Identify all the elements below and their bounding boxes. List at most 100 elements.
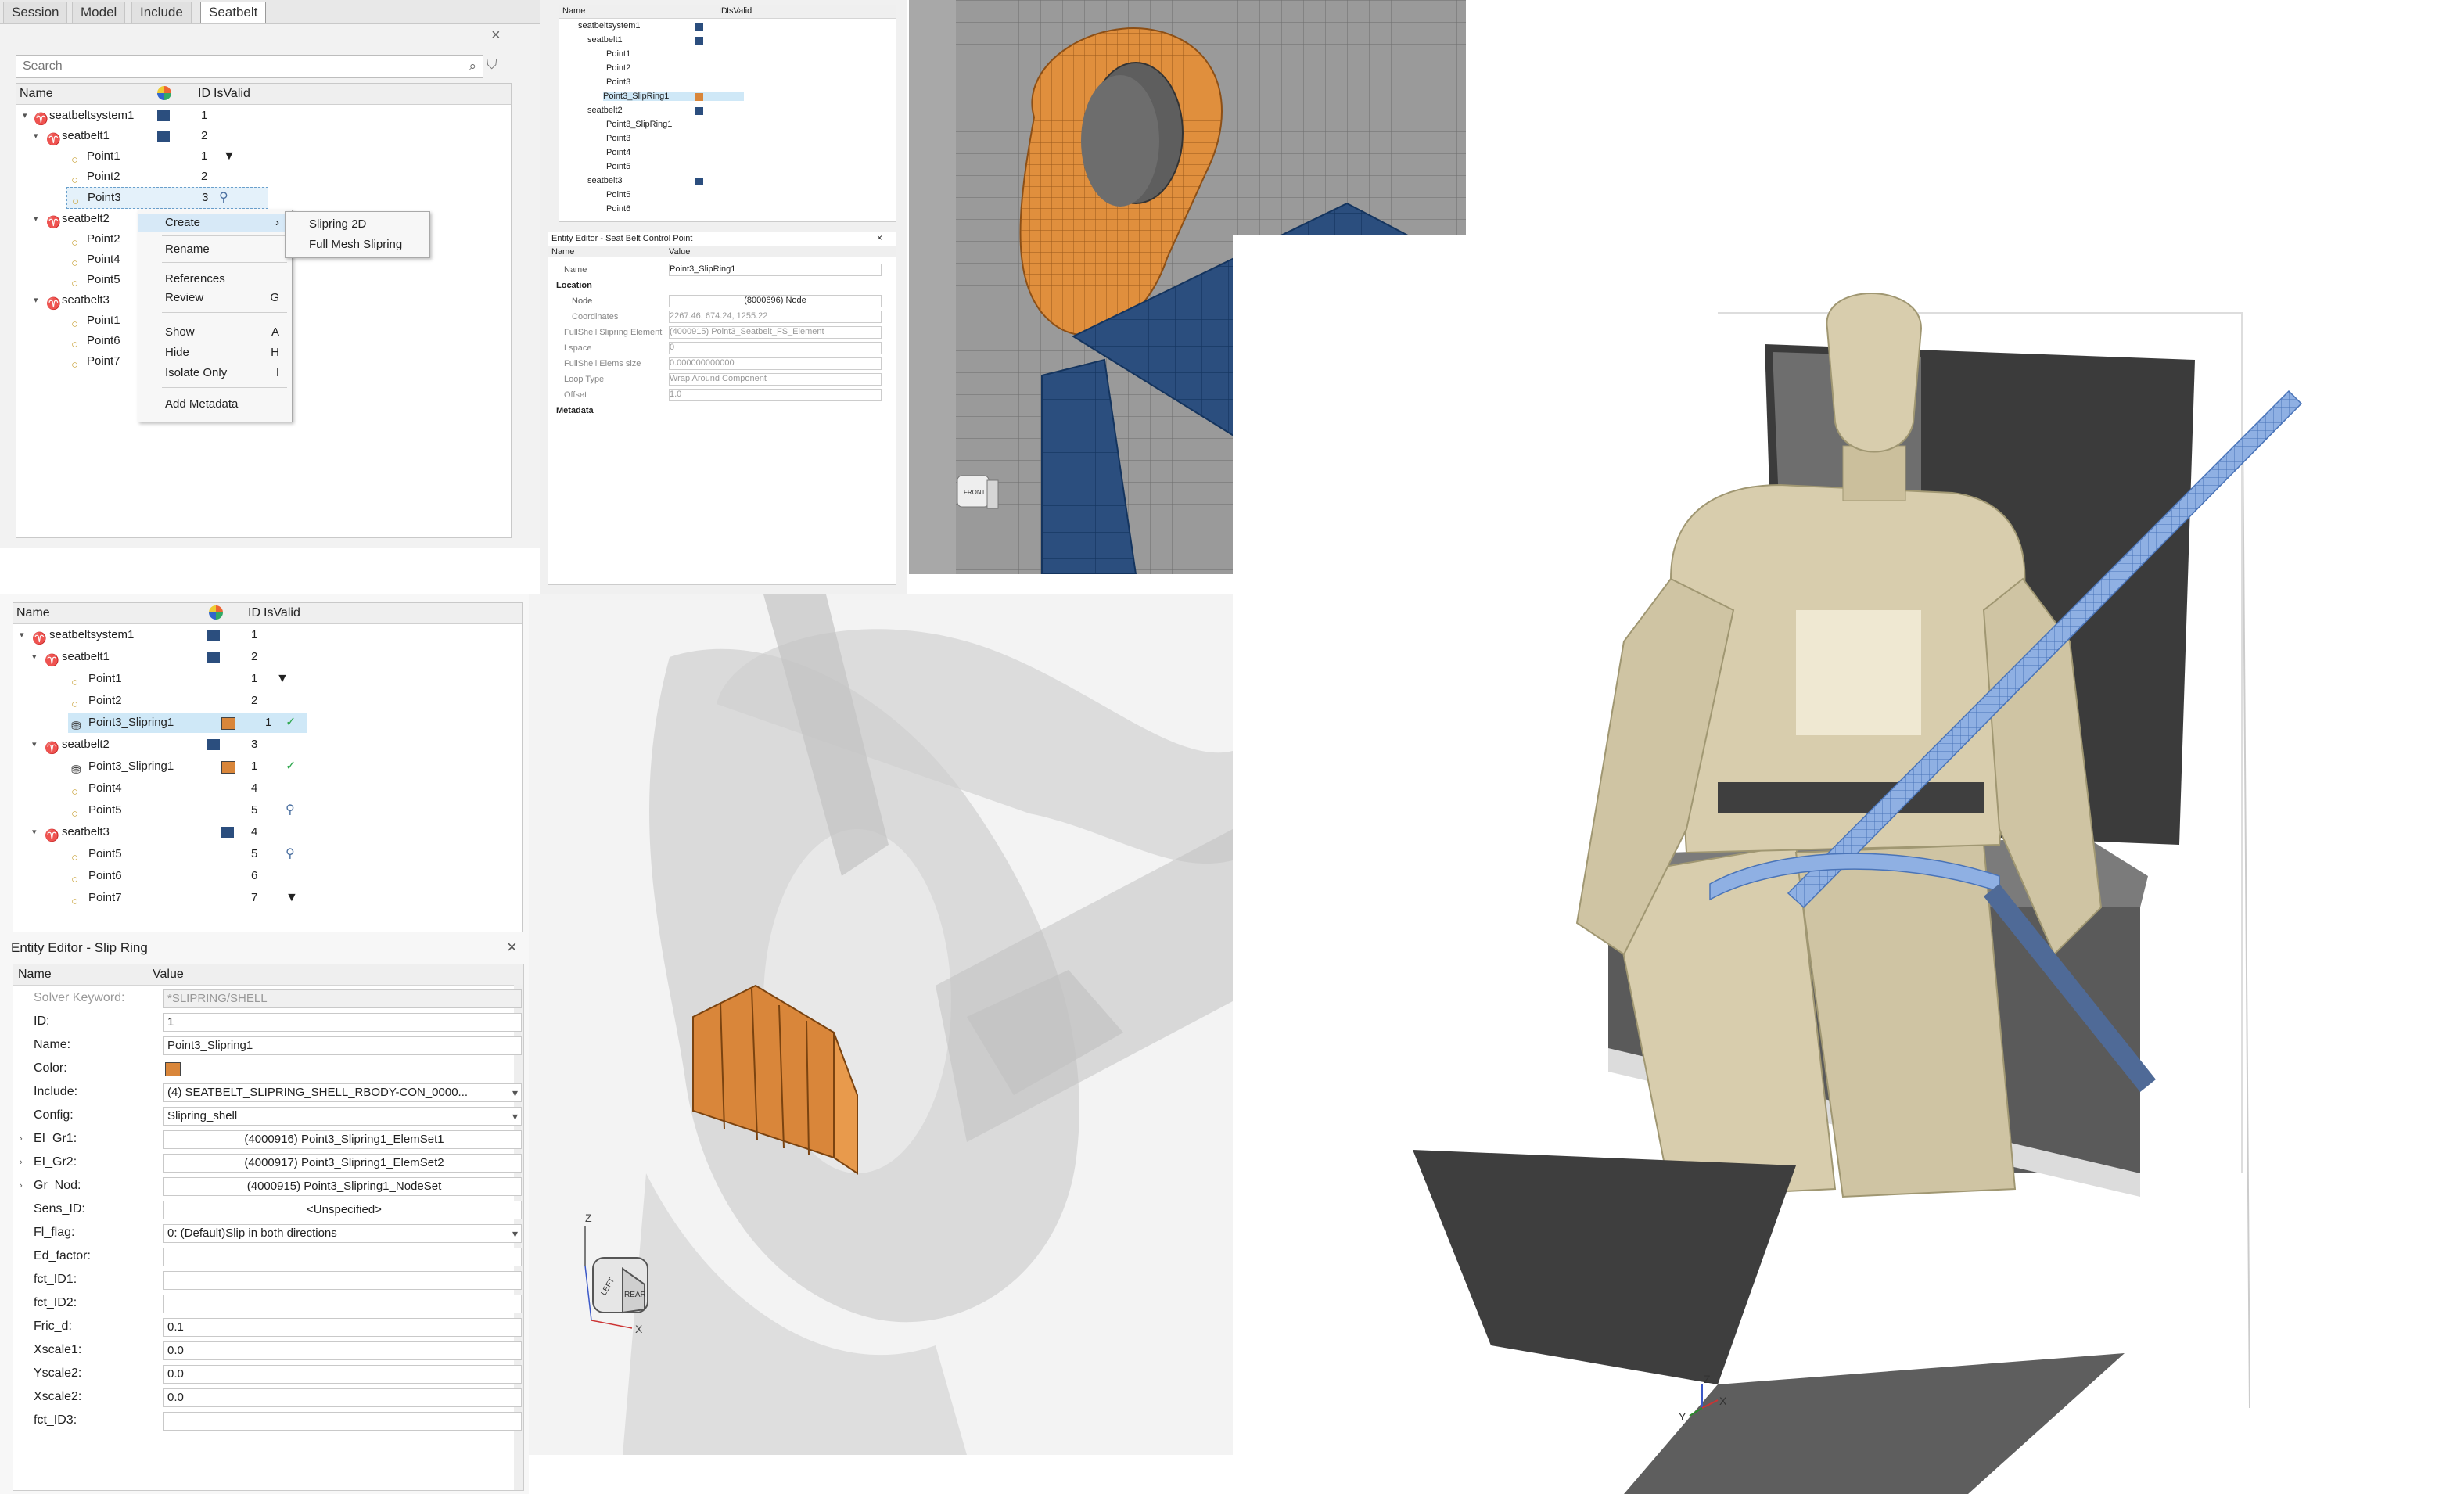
fct-id2-input[interactable] [163, 1295, 522, 1313]
tree-row[interactable]: ▾ ♈ seatbeltsystem1 1 [16, 106, 511, 126]
color-swatch[interactable] [695, 107, 703, 115]
mini-row[interactable]: seatbelt3 [587, 176, 623, 185]
mini-row-selected[interactable]: Point3_SlipRing1 [603, 92, 744, 101]
menu-item-review[interactable]: Review G [138, 289, 292, 307]
expand-icon[interactable]: ▾ [20, 625, 24, 645]
color-swatch[interactable] [695, 23, 703, 31]
tree-row[interactable]: ▾ ♈ seatbelt2 3 [13, 734, 522, 755]
color-swatch[interactable] [221, 761, 235, 774]
tree-row-selected[interactable]: ○ Point3 3 ⚲ [66, 187, 268, 209]
close-icon[interactable]: × [507, 937, 517, 957]
mini-row[interactable]: Point5 [606, 190, 630, 199]
fl-flag-select[interactable]: 0: (Default)Slip in both directions [163, 1224, 522, 1243]
tree-row[interactable]: ○ Point4 4 [13, 778, 522, 799]
search-input[interactable] [16, 56, 447, 77]
expand-icon[interactable]: › [20, 1174, 23, 1198]
view-cube[interactable]: FRONT [957, 475, 999, 509]
menu-item-isolate-only[interactable]: Isolate Only I [138, 364, 292, 382]
expand-icon[interactable]: ▾ [32, 647, 37, 667]
mini-row[interactable]: Point3 [606, 134, 630, 143]
mini-field-value[interactable]: (8000696) Node [669, 295, 882, 307]
tab-model[interactable]: Model [72, 2, 126, 23]
tree-row[interactable]: ▾ ♈ seatbelt1 2 [16, 126, 511, 146]
mini-row[interactable]: Point3 [606, 77, 630, 87]
color-picker-swatch[interactable] [165, 1062, 181, 1076]
mini-row[interactable]: Point6 [606, 204, 630, 214]
mini-row[interactable]: seatbelt1 [587, 35, 623, 45]
color-swatch[interactable] [695, 93, 703, 101]
color-swatch[interactable] [207, 739, 220, 750]
menu-item-show[interactable]: Show A [138, 323, 292, 342]
mini-row[interactable]: Point5 [606, 162, 630, 171]
tree-row[interactable]: ⛃ Point3_Slipring1 1 ✓ [13, 756, 522, 777]
color-swatch[interactable] [207, 630, 220, 641]
fric-d-input[interactable]: 0.1 [163, 1318, 522, 1337]
tree-row[interactable]: ○ Point6 6 [13, 866, 522, 886]
expand-icon[interactable]: ▾ [32, 822, 37, 842]
filter-icon[interactable]: ⛉ [487, 56, 504, 75]
ed-factor-input[interactable] [163, 1248, 522, 1266]
mini-field-value[interactable]: Wrap Around Component [669, 373, 882, 386]
menu-item-full-mesh-slipring[interactable]: Full Mesh Slipring [286, 235, 429, 254]
xscale1-input[interactable]: 0.0 [163, 1341, 522, 1360]
mini-field-value[interactable]: 0 [669, 342, 882, 354]
el-gr2-selector[interactable]: (4000917) Point3_Slipring1_ElemSet2 [163, 1154, 522, 1173]
color-swatch[interactable] [157, 110, 170, 121]
mini-row[interactable]: Point1 [606, 49, 630, 59]
mini-row[interactable]: seatbelt2 [587, 106, 623, 115]
tree-row[interactable]: ○ Point2 2 [13, 691, 522, 711]
menu-item-slipring-2d[interactable]: Slipring 2D [286, 215, 429, 234]
color-swatch[interactable] [207, 652, 220, 663]
include-select[interactable]: (4) SEATBELT_SLIPRING_SHELL_RBODY-CON_00… [163, 1083, 522, 1102]
expand-icon[interactable]: ▾ [34, 290, 38, 311]
close-icon[interactable]: × [877, 232, 882, 243]
gr-nod-selector[interactable]: (4000915) Point3_Slipring1_NodeSet [163, 1177, 522, 1196]
tree-row[interactable]: ▾ ♈ seatbelt3 4 [13, 822, 522, 842]
fct-id3-input[interactable] [163, 1412, 522, 1431]
menu-item-add-metadata[interactable]: Add Metadata [138, 395, 292, 414]
tree-row[interactable]: ○ Point7 7 ▼ [13, 888, 522, 908]
expand-icon[interactable]: ▾ [34, 209, 38, 229]
mini-row[interactable]: Point4 [606, 148, 630, 157]
mini-field-value[interactable]: Point3_SlipRing1 [669, 264, 882, 276]
menu-item-hide[interactable]: Hide H [138, 343, 292, 362]
expand-icon[interactable]: › [20, 1127, 23, 1151]
mini-field-value[interactable]: (4000915) Point3_Seatbelt_FS_Element [669, 326, 882, 339]
yscale2-input[interactable]: 0.0 [163, 1365, 522, 1384]
header-name[interactable]: Name [16, 606, 50, 620]
header-id[interactable]: ID [198, 87, 210, 101]
color-swatch[interactable] [221, 717, 235, 730]
id-input[interactable]: 1 [163, 1013, 522, 1032]
config-select[interactable]: Slipring_shell [163, 1107, 522, 1126]
right-3d-viewport[interactable]: Z X Y [1233, 235, 2464, 1494]
color-swatch[interactable] [695, 178, 703, 185]
expand-icon[interactable]: ▾ [32, 734, 37, 755]
expand-icon[interactable]: ▾ [23, 106, 27, 126]
header-isvalid[interactable]: IsValid [264, 606, 300, 620]
expand-icon[interactable]: › [20, 1151, 23, 1174]
mini-field-value[interactable]: 1.0 [669, 389, 882, 401]
mini-field-value[interactable]: 2267.46, 674.24, 1255.22 [669, 311, 882, 323]
search-field[interactable]: ⌕ [16, 55, 483, 78]
mini-field-value[interactable]: 0.000000000000 [669, 357, 882, 370]
header-isvalid[interactable]: IsValid [214, 87, 250, 101]
tree-row[interactable]: ○ Point5 5 ⚲ [13, 800, 522, 821]
color-swatch[interactable] [695, 37, 703, 45]
tree-row[interactable]: ▾ ♈ seatbeltsystem1 1 [13, 625, 522, 645]
menu-item-create[interactable]: Create › [138, 214, 292, 232]
menu-item-rename[interactable]: Rename [138, 240, 292, 259]
tree-row[interactable]: ○ Point2 2 [16, 167, 511, 187]
el-gr1-selector[interactable]: (4000916) Point3_Slipring1_ElemSet1 [163, 1130, 522, 1149]
close-icon[interactable]: × [491, 27, 501, 45]
header-id[interactable]: ID [248, 606, 260, 620]
tab-include[interactable]: Include [131, 2, 192, 23]
fct-id1-input[interactable] [163, 1271, 522, 1290]
search-icon[interactable]: ⌕ [469, 59, 476, 74]
name-input[interactable]: Point3_Slipring1 [163, 1036, 522, 1055]
sens-id-selector[interactable]: <Unspecified> [163, 1201, 522, 1219]
tab-session[interactable]: Session [3, 2, 68, 23]
mini-row[interactable]: Point2 [606, 63, 630, 73]
expand-icon[interactable]: ▾ [34, 126, 38, 146]
tree-row[interactable]: ○ Point1 1 ▼ [13, 669, 522, 689]
xscale2-input[interactable]: 0.0 [163, 1388, 522, 1407]
